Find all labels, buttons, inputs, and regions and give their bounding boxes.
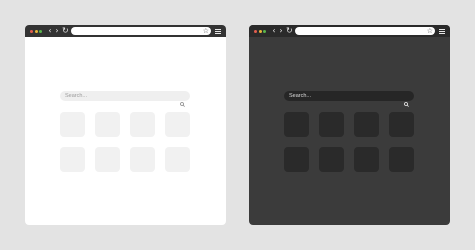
search-icon[interactable]: [180, 94, 185, 107]
search-placeholder: Search...: [65, 93, 88, 99]
shortcut-tile[interactable]: [60, 147, 85, 172]
chevron-right-icon[interactable]: ›: [278, 27, 284, 35]
maximize-window-button[interactable]: [263, 29, 266, 33]
shortcut-tile[interactable]: [284, 112, 309, 137]
shortcut-tile[interactable]: [389, 147, 414, 172]
shortcut-tile[interactable]: [95, 147, 120, 172]
minimize-window-button[interactable]: [258, 29, 262, 33]
shortcut-tile[interactable]: [60, 112, 85, 137]
close-window-button[interactable]: [254, 29, 257, 33]
maximize-window-button[interactable]: [39, 29, 42, 33]
shortcut-tile[interactable]: [165, 147, 190, 172]
minimize-window-button[interactable]: [34, 29, 38, 33]
shortcut-tile[interactable]: [319, 112, 344, 137]
browser-toolbar: ‹ › ↻ ☆: [25, 25, 226, 37]
address-bar[interactable]: ☆: [295, 27, 435, 35]
search-input[interactable]: Search...: [60, 91, 190, 107]
shortcut-tile[interactable]: [354, 112, 379, 137]
shortcut-tile[interactable]: [319, 147, 344, 172]
browser-toolbar: ‹ › ↻ ☆: [249, 25, 450, 37]
search-input[interactable]: Search...: [284, 91, 414, 107]
shortcut-tile[interactable]: [284, 147, 309, 172]
shortcut-tile[interactable]: [389, 112, 414, 137]
hamburger-menu-icon[interactable]: [439, 28, 445, 34]
star-icon[interactable]: ☆: [427, 27, 433, 35]
shortcut-tile[interactable]: [130, 147, 155, 172]
browser-window-dark: ‹ › ↻ ☆ Search...: [249, 25, 450, 225]
shortcut-tile[interactable]: [354, 147, 379, 172]
chevron-left-icon[interactable]: ‹: [271, 27, 277, 35]
shortcut-tile[interactable]: [95, 112, 120, 137]
close-window-button[interactable]: [30, 29, 33, 33]
star-icon[interactable]: ☆: [203, 27, 209, 35]
reload-icon[interactable]: ↻: [62, 27, 69, 35]
search-placeholder: Search...: [289, 93, 312, 99]
shortcut-tile[interactable]: [130, 112, 155, 137]
browser-window-light: ‹ › ↻ ☆ Search...: [25, 25, 226, 225]
reload-icon[interactable]: ↻: [286, 27, 293, 35]
chevron-left-icon[interactable]: ‹: [47, 27, 53, 35]
address-bar[interactable]: ☆: [71, 27, 211, 35]
chevron-right-icon[interactable]: ›: [54, 27, 60, 35]
search-icon[interactable]: [404, 94, 409, 107]
shortcut-tile[interactable]: [165, 112, 190, 137]
hamburger-menu-icon[interactable]: [215, 28, 221, 34]
